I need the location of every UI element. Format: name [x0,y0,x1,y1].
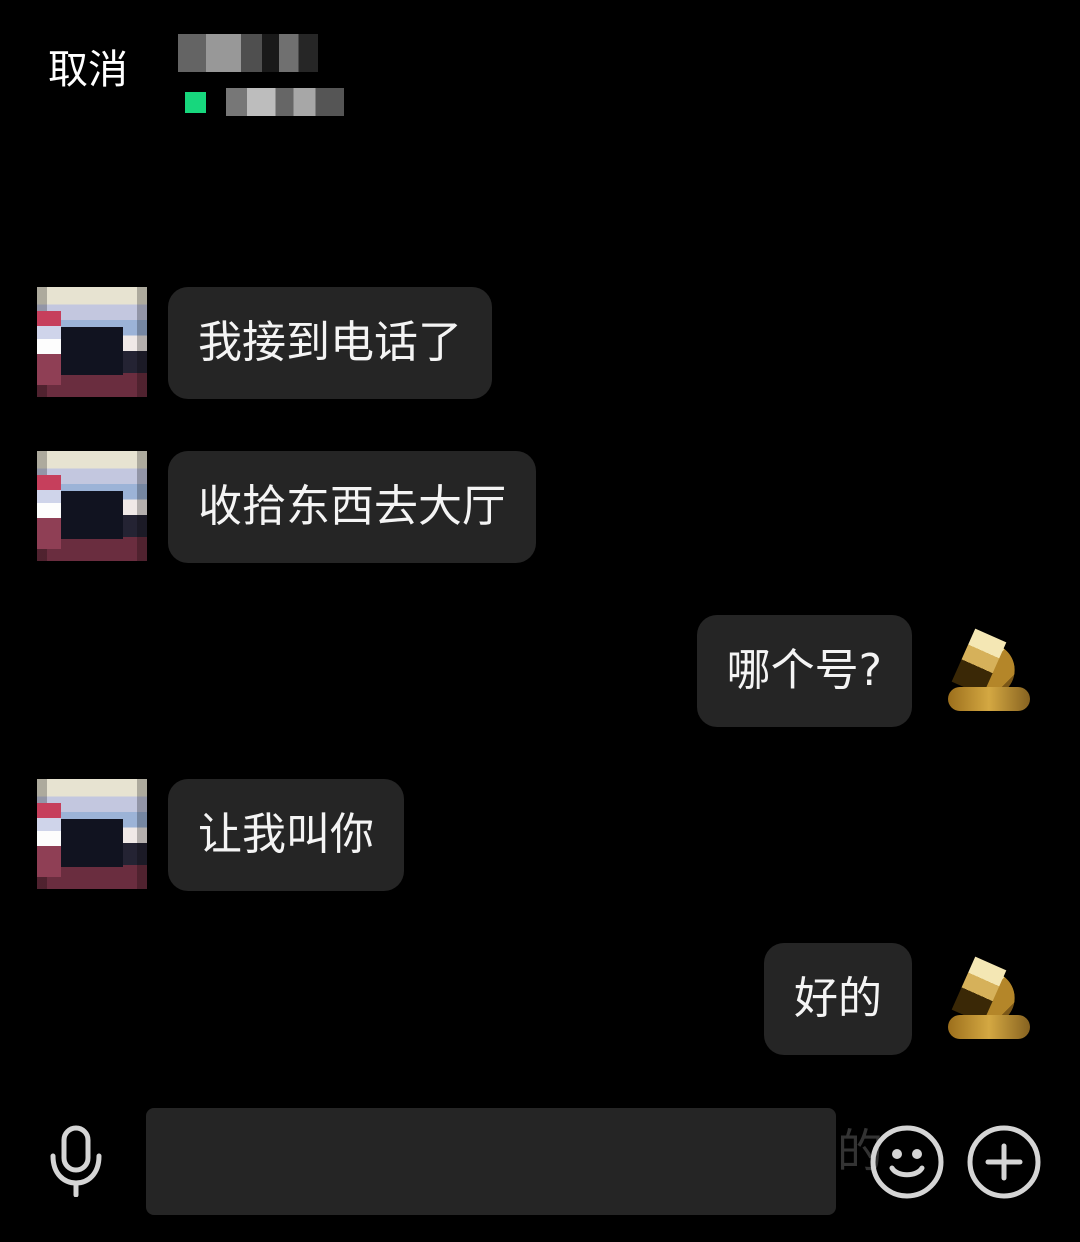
my-avatar[interactable] [933,943,1043,1053]
message-row: 收拾东西去大厅 [0,451,1080,563]
online-status-icon [185,92,206,113]
message-bubble[interactable]: 我接到电话了 [168,287,492,399]
smile-icon[interactable] [870,1125,944,1199]
microphone-icon[interactable] [45,1125,107,1197]
message-row: 好的 [0,943,1080,1055]
message-bubble[interactable]: 哪个号? [696,615,912,727]
message-row: 我接到电话了 [0,287,1080,399]
plus-icon[interactable] [967,1125,1041,1199]
contact-name-redacted [178,34,318,72]
message-row: 让我叫你 [0,779,1080,891]
message-bubble[interactable]: 让我叫你 [168,779,404,891]
contact-status-redacted [226,88,344,116]
message-bubble[interactable]: 收拾东西去大厅 [168,451,536,563]
message-bubble[interactable]: 好的 [764,943,912,1055]
contact-avatar[interactable] [37,287,147,397]
contact-avatar[interactable] [37,451,147,561]
message-input[interactable] [146,1108,836,1215]
cancel-button[interactable]: 取消 [48,44,128,96]
my-avatar[interactable] [933,615,1043,725]
contact-avatar[interactable] [37,779,147,889]
chat-header: 取消 [0,0,1080,140]
message-row: 哪个号? [0,615,1080,727]
